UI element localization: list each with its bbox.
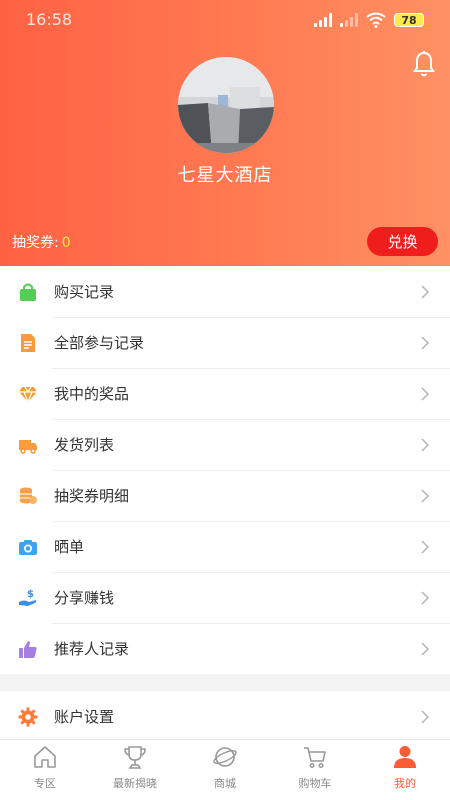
chevron-right-icon (421, 710, 430, 724)
tab-cart[interactable]: 购物车 (270, 740, 360, 800)
avatar-photo (178, 57, 274, 153)
thumbs-up-icon (19, 640, 37, 658)
lottery-value: 0 (61, 235, 71, 251)
bottom-tab-bar: 专区 最新揭晓 商城 购物车 我的 (0, 739, 450, 800)
menu-item-participation-records[interactable]: 全部参与记录 (0, 317, 450, 368)
menu-label: 我中的奖品 (54, 385, 130, 403)
menu-item-referrer-records[interactable]: 推荐人记录 (0, 623, 450, 674)
gear-icon (18, 707, 38, 726)
chevron-right-icon (421, 285, 430, 299)
menu-item-lottery-details[interactable]: 抽奖券明细 (0, 470, 450, 521)
tab-latest-reveal[interactable]: 最新揭晓 (90, 740, 180, 800)
menu-label: 购买记录 (54, 283, 115, 301)
chevron-right-icon (421, 540, 430, 554)
menu-label: 账户设置 (54, 708, 115, 726)
battery-icon: 78 (394, 13, 424, 27)
home-icon (34, 746, 56, 768)
cart-icon (304, 747, 326, 769)
menu-item-share-earn[interactable]: $ 分享赚钱 (0, 572, 450, 623)
redeem-button[interactable]: 兑换 (367, 227, 438, 256)
tab-label: 购物车 (298, 777, 332, 790)
menu-item-account-settings[interactable]: 账户设置 (0, 691, 450, 742)
camera-icon (19, 539, 37, 555)
svg-text:$: $ (27, 589, 34, 600)
menu-label: 发货列表 (54, 436, 115, 454)
signal-weak-icon (340, 13, 358, 27)
tab-label: 最新揭晓 (113, 777, 157, 790)
menu-label: 分享赚钱 (54, 589, 115, 607)
lottery-label: 抽奖券: (12, 235, 59, 251)
chevron-right-icon (421, 642, 430, 656)
menu-label: 全部参与记录 (54, 334, 145, 352)
menu-list: 购买记录 全部参与记录 我中的奖品 发货列表 抽奖券明细 晒单 $ 分享赚钱 推… (0, 266, 450, 674)
menu-label: 推荐人记录 (54, 640, 130, 658)
shopping-bag-icon (20, 283, 36, 301)
wifi-icon (366, 12, 386, 28)
tab-label: 我的 (394, 777, 416, 790)
chevron-right-icon (421, 387, 430, 401)
tab-label: 商城 (214, 777, 236, 790)
money-hand-icon: $ (19, 589, 37, 606)
chevron-right-icon (421, 591, 430, 605)
signal-icon (314, 13, 332, 27)
menu-item-my-prizes[interactable]: 我中的奖品 (0, 368, 450, 419)
settings-section: 账户设置 (0, 691, 450, 742)
profile-header: 16:58 78 七星大酒店 抽奖券: 0 兑换 (0, 0, 450, 266)
menu-label: 抽奖券明细 (54, 487, 130, 505)
document-icon (21, 333, 35, 352)
menu-item-show-orders[interactable]: 晒单 (0, 521, 450, 572)
chevron-right-icon (421, 336, 430, 350)
status-time: 16:58 (26, 10, 73, 29)
status-bar: 16:58 78 (0, 0, 450, 40)
tab-zone[interactable]: 专区 (0, 740, 90, 800)
tab-mine[interactable]: 我的 (360, 740, 450, 800)
avatar[interactable] (178, 57, 274, 153)
coins-icon (20, 487, 37, 504)
menu-item-purchase-records[interactable]: 购买记录 (0, 266, 450, 317)
tab-label: 专区 (34, 777, 56, 790)
lottery-balance: 抽奖券: 0 (12, 232, 71, 252)
planet-icon (213, 747, 237, 767)
diamond-icon (19, 386, 37, 404)
user-icon (394, 746, 416, 768)
bell-icon[interactable] (412, 50, 436, 78)
tab-mall[interactable]: 商城 (180, 740, 270, 800)
menu-label: 晒单 (54, 538, 85, 556)
chevron-right-icon (421, 438, 430, 452)
chevron-right-icon (421, 489, 430, 503)
menu-item-shipping-list[interactable]: 发货列表 (0, 419, 450, 470)
trophy-icon (124, 746, 146, 769)
status-icons: 78 (314, 12, 424, 28)
truck-icon (19, 439, 37, 454)
profile-name: 七星大酒店 (177, 165, 273, 186)
